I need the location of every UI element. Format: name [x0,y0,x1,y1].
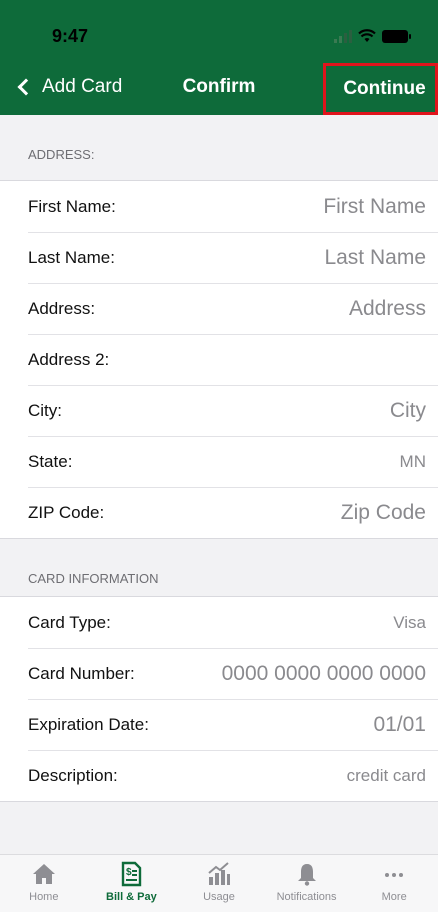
address-row[interactable]: Address: Address [0,283,438,334]
status-bar: 9:47 [0,0,438,64]
state-row[interactable]: State: MN [0,436,438,487]
last-name-row[interactable]: Last Name: Last Name [0,232,438,283]
bell-icon [297,864,316,886]
more-icon [385,873,404,877]
navigation-bar: Add Card Confirm Continue [0,63,438,115]
expiration-date-field[interactable]: 01/01 [373,713,426,737]
signal-icon [334,29,352,43]
svg-text:$: $ [126,867,132,878]
home-icon [32,864,55,884]
wifi-icon [358,29,376,42]
bill-icon: $ [122,861,142,887]
address-section-header: ADDRESS: [28,147,95,162]
card-type-field[interactable]: Visa [393,613,426,633]
address-field[interactable]: Address [349,297,426,321]
chevron-left-icon [17,78,35,96]
zip-code-row[interactable]: ZIP Code: Zip Code [0,487,438,538]
continue-button[interactable]: Continue [323,63,438,115]
back-label: Add Card [42,76,123,97]
zip-code-field[interactable]: Zip Code [341,501,426,525]
tab-bill-pay[interactable]: $ Bill & Pay [88,855,176,912]
description-row[interactable]: Description: credit card [0,750,438,801]
battery-icon [382,29,411,43]
status-icons [334,29,411,43]
card-number-row[interactable]: Card Number: 0000 0000 0000 0000 [0,648,438,699]
first-name-row[interactable]: First Name: First Name [0,181,438,232]
tab-bar: Home $ Bill & Pay Usage Notifications Mo… [0,854,438,912]
state-field[interactable]: MN [400,452,426,472]
card-number-field[interactable]: 0000 0000 0000 0000 [222,662,426,686]
address-group: First Name: First Name Last Name: Last N… [0,180,438,539]
card-group: Card Type: Visa Card Number: 0000 0000 0… [0,596,438,802]
app-header: 9:47 Add Card Confirm Continue [0,0,438,115]
description-field[interactable]: credit card [347,766,426,786]
tab-usage[interactable]: Usage [175,855,263,912]
status-time: 9:47 [52,26,89,46]
expiration-date-row[interactable]: Expiration Date: 01/01 [0,699,438,750]
card-section-header: CARD INFORMATION [28,571,159,586]
tab-home[interactable]: Home [0,855,88,912]
address2-row[interactable]: Address 2: [0,334,438,385]
tab-more[interactable]: More [350,855,438,912]
usage-chart-icon [208,862,230,885]
city-row[interactable]: City: City [0,385,438,436]
city-field[interactable]: City [390,399,426,423]
card-type-row[interactable]: Card Type: Visa [0,597,438,648]
last-name-field[interactable]: Last Name [324,246,426,270]
back-button[interactable]: Add Card [16,76,122,98]
tab-notifications[interactable]: Notifications [263,855,351,912]
first-name-field[interactable]: First Name [323,195,426,219]
